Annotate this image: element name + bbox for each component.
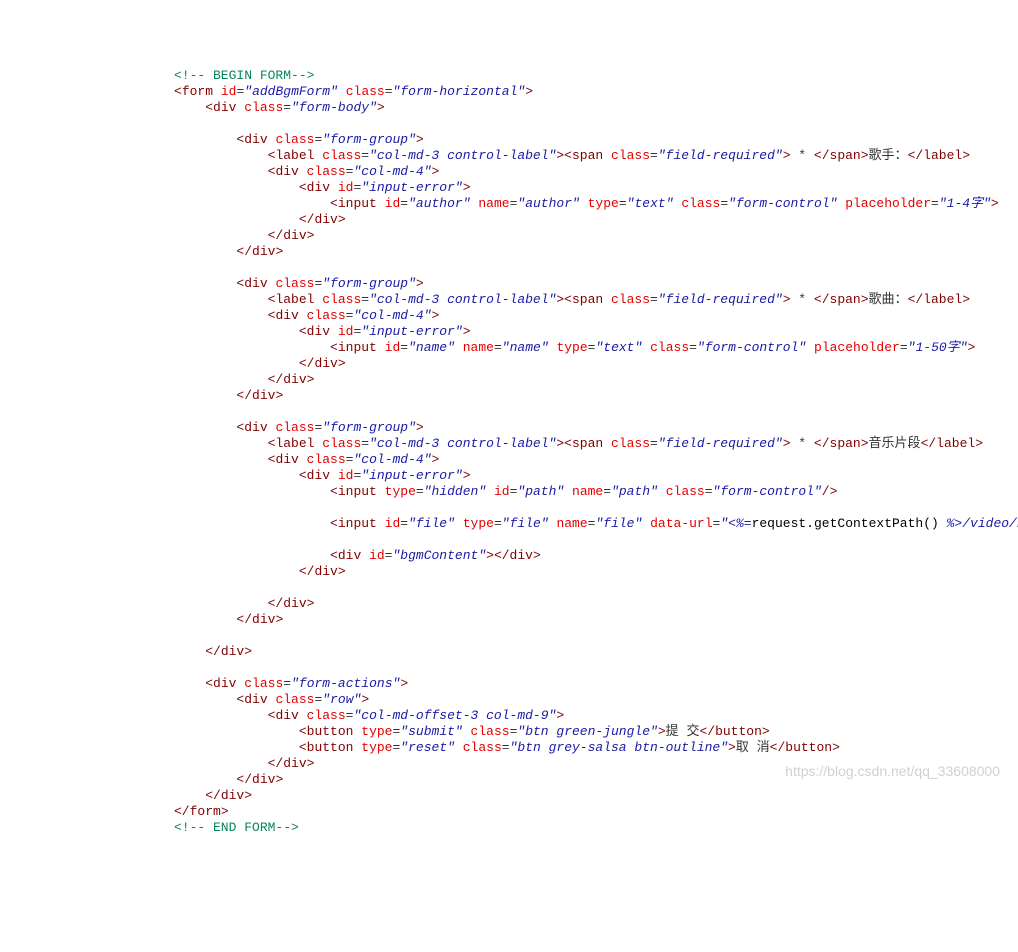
code-snippet: <!-- BEGIN FORM--> <form id="addBgmForm"… (0, 68, 1018, 836)
comment-begin: <!-- BEGIN FORM--> (174, 68, 314, 83)
comment-end: <!-- END FORM--> (174, 820, 299, 835)
